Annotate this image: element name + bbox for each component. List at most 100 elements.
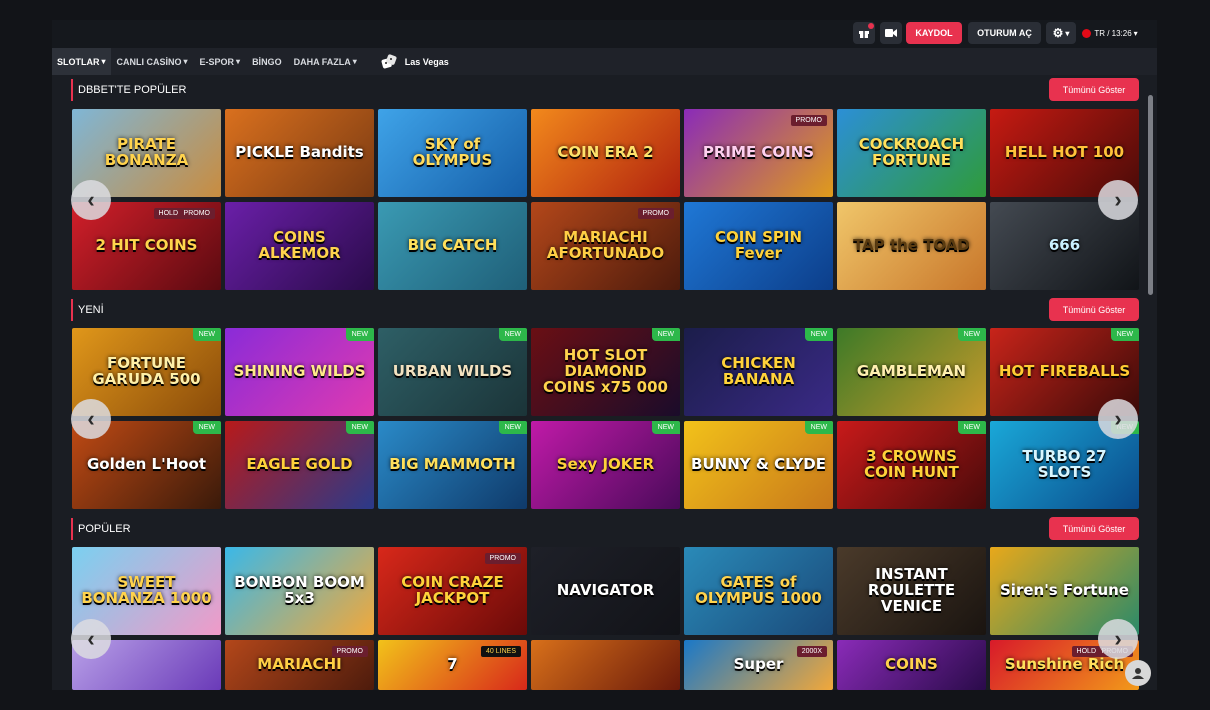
language-time-selector[interactable]: TR / 13:26 ▾ xyxy=(1080,22,1140,44)
game-title: HOT SLOT DIAMOND COINS x75 000 xyxy=(542,346,668,396)
game-title: SKY of OLYMPUS xyxy=(412,135,493,169)
game-title: PRIME COINS xyxy=(702,143,815,162)
game-tile[interactable]: COIN SPIN Fever xyxy=(684,202,833,290)
scrollbar[interactable] xyxy=(1147,80,1155,690)
game-tile[interactable]: MARIACHI AFORTUNADO PROMO xyxy=(531,202,680,290)
game-title: MARIACHI xyxy=(257,655,342,674)
nav-item-bingo[interactable]: BİNGO xyxy=(246,48,288,75)
game-tile[interactable]: 3 CROWNS COIN HUNT NEW xyxy=(837,421,986,509)
game-grid: FORTUNE GARUDA 500 NEW SHINING WILDS NEW URB… xyxy=(72,328,1139,510)
game-tile[interactable]: CHICKEN BANANA NEW xyxy=(684,328,833,416)
game-grid: PIRATE BONANZA PICKLE Bandits SKY of OLYMP… xyxy=(72,109,1139,291)
game-badge: HOLD xyxy=(153,208,183,219)
section-header-new: YENİ Tümünü Göster xyxy=(71,298,1139,322)
game-badge: NEW xyxy=(957,421,986,434)
carousel-next-button[interactable]: › xyxy=(1098,180,1138,220)
game-title: GAMBLEMAN xyxy=(856,362,967,381)
game-tile[interactable]: URBAN WILDS NEW xyxy=(378,328,527,416)
game-badge: HOLD xyxy=(1071,646,1101,657)
game-tile[interactable]: NAVIGATOR xyxy=(531,547,680,635)
chevron-left-icon: ‹ xyxy=(87,187,95,212)
game-badge: PROMO xyxy=(637,208,674,219)
game-badge: NEW xyxy=(651,421,680,434)
section-header-popular-dbbet: DBBET'TE POPÜLER Tümünü Göster xyxy=(71,78,1139,102)
show-all-button[interactable]: Tümünü Göster xyxy=(1049,517,1139,540)
nav-item-canli-casino[interactable]: CANLI CASİNO ▾ xyxy=(111,48,194,75)
turkey-flag-icon xyxy=(1082,28,1092,38)
game-tile[interactable]: SKY of OLYMPUS xyxy=(378,109,527,197)
game-badge: NEW xyxy=(804,328,833,341)
game-tile[interactable]: COCKROACH FORTUNE xyxy=(837,109,986,197)
carousel-prev-button[interactable]: ‹ xyxy=(71,180,111,220)
chevron-down-icon: ▾ xyxy=(101,57,106,66)
carousel-prev-button[interactable]: ‹ xyxy=(71,619,111,659)
section-header-popular: POPÜLER Tümünü Göster xyxy=(71,517,1139,541)
login-button[interactable]: OTURUM AÇ xyxy=(968,22,1041,44)
game-tile[interactable]: HOT SLOT DIAMOND COINS x75 000 NEW xyxy=(531,328,680,416)
game-tile[interactable]: Sexy JOKER NEW xyxy=(531,421,680,509)
game-title: INSTANT ROULETTE VENICE xyxy=(867,565,956,615)
video-button[interactable] xyxy=(880,22,902,44)
game-tile[interactable]: GATES of OLYMPUS 1000 xyxy=(684,547,833,635)
settings-button[interactable]: ⚙ ▾ xyxy=(1046,22,1076,44)
game-tile[interactable] xyxy=(531,640,680,690)
chevron-down-icon: ▾ xyxy=(352,57,357,66)
nav-item-daha-fazla[interactable]: DAHA FAZLA ▾ xyxy=(288,48,363,75)
game-tile[interactable]: EAGLE GOLD NEW xyxy=(225,421,374,509)
game-title: COINS ALKEMOR xyxy=(258,228,341,262)
game-badge: NEW xyxy=(192,328,221,341)
game-title: FORTUNE GARUDA 500 xyxy=(92,354,201,388)
nav-label: DAHA FAZLA xyxy=(293,56,351,67)
game-title: COIN CRAZE JACKPOT xyxy=(401,573,504,607)
game-tile[interactable]: BONBON BOOM 5x3 xyxy=(225,547,374,635)
support-chat-button[interactable] xyxy=(1125,660,1151,686)
game-tile[interactable]: SHINING WILDS NEW xyxy=(225,328,374,416)
game-tile[interactable]: PRIME COINS PROMO xyxy=(684,109,833,197)
game-tile[interactable]: INSTANT ROULETTE VENICE xyxy=(837,547,986,635)
show-all-button[interactable]: Tümünü Göster xyxy=(1049,298,1139,321)
game-tile[interactable]: GAMBLEMAN NEW xyxy=(837,328,986,416)
game-tile[interactable]: 7 40 LINES xyxy=(378,640,527,690)
nav-item-las-vegas[interactable]: Las Vegas xyxy=(381,53,449,70)
video-icon xyxy=(885,29,897,37)
game-tile[interactable]: COIN ERA 2 xyxy=(531,109,680,197)
game-tile[interactable]: BUNNY & CLYDE NEW xyxy=(684,421,833,509)
dice-icon xyxy=(381,53,397,68)
nav-item-e-spor[interactable]: E-SPOR ▾ xyxy=(194,48,247,75)
scrollbar-thumb[interactable] xyxy=(1148,95,1153,295)
chevron-down-icon: ▾ xyxy=(183,57,188,66)
section-accent-bar xyxy=(71,299,73,321)
game-tile[interactable]: TAP the TOAD xyxy=(837,202,986,290)
game-tile[interactable]: Super 2000X xyxy=(684,640,833,690)
game-title: Golden L'Hoot xyxy=(86,455,207,474)
chevron-right-icon: › xyxy=(1114,626,1122,651)
game-tile[interactable]: COINS ALKEMOR xyxy=(225,202,374,290)
register-button[interactable]: KAYDOL xyxy=(906,22,962,44)
game-tile[interactable]: COIN CRAZE JACKPOT PROMO xyxy=(378,547,527,635)
chevron-left-icon: ‹ xyxy=(87,406,95,431)
game-title: Sunshine Rich xyxy=(1004,655,1125,674)
game-tile[interactable]: BIG CATCH xyxy=(378,202,527,290)
chevron-down-icon: ▾ xyxy=(1065,28,1070,38)
show-all-button[interactable]: Tümünü Göster xyxy=(1049,78,1139,101)
game-grid: SWEET BONANZA 1000 BONBON BOOM 5x3 COIN CR… xyxy=(72,547,1139,690)
game-tile[interactable]: MARIACHI PROMO xyxy=(225,640,374,690)
game-tile[interactable]: COINS xyxy=(837,640,986,690)
las-vegas-label: Las Vegas xyxy=(404,56,449,67)
game-title: BONBON BOOM 5x3 xyxy=(234,573,365,607)
game-tile[interactable]: BIG MAMMOTH NEW xyxy=(378,421,527,509)
nav-label: SLOTLAR xyxy=(57,56,100,67)
carousel-next-button[interactable]: › xyxy=(1098,619,1138,659)
carousel-next-button[interactable]: › xyxy=(1098,399,1138,439)
carousel-prev-button[interactable]: ‹ xyxy=(71,399,111,439)
game-tile[interactable]: PICKLE Bandits xyxy=(225,109,374,197)
gear-icon: ⚙ xyxy=(1052,26,1064,40)
game-title: COCKROACH FORTUNE xyxy=(858,135,965,169)
gift-button[interactable] xyxy=(853,22,875,44)
nav-item-slotlar[interactable]: SLOTLAR ▾ xyxy=(52,48,111,75)
section-accent-bar xyxy=(71,518,73,540)
nav-label: E-SPOR xyxy=(199,56,235,67)
game-badge: NEW xyxy=(345,421,374,434)
game-title: Sexy JOKER xyxy=(556,455,655,474)
game-badge: NEW xyxy=(804,421,833,434)
